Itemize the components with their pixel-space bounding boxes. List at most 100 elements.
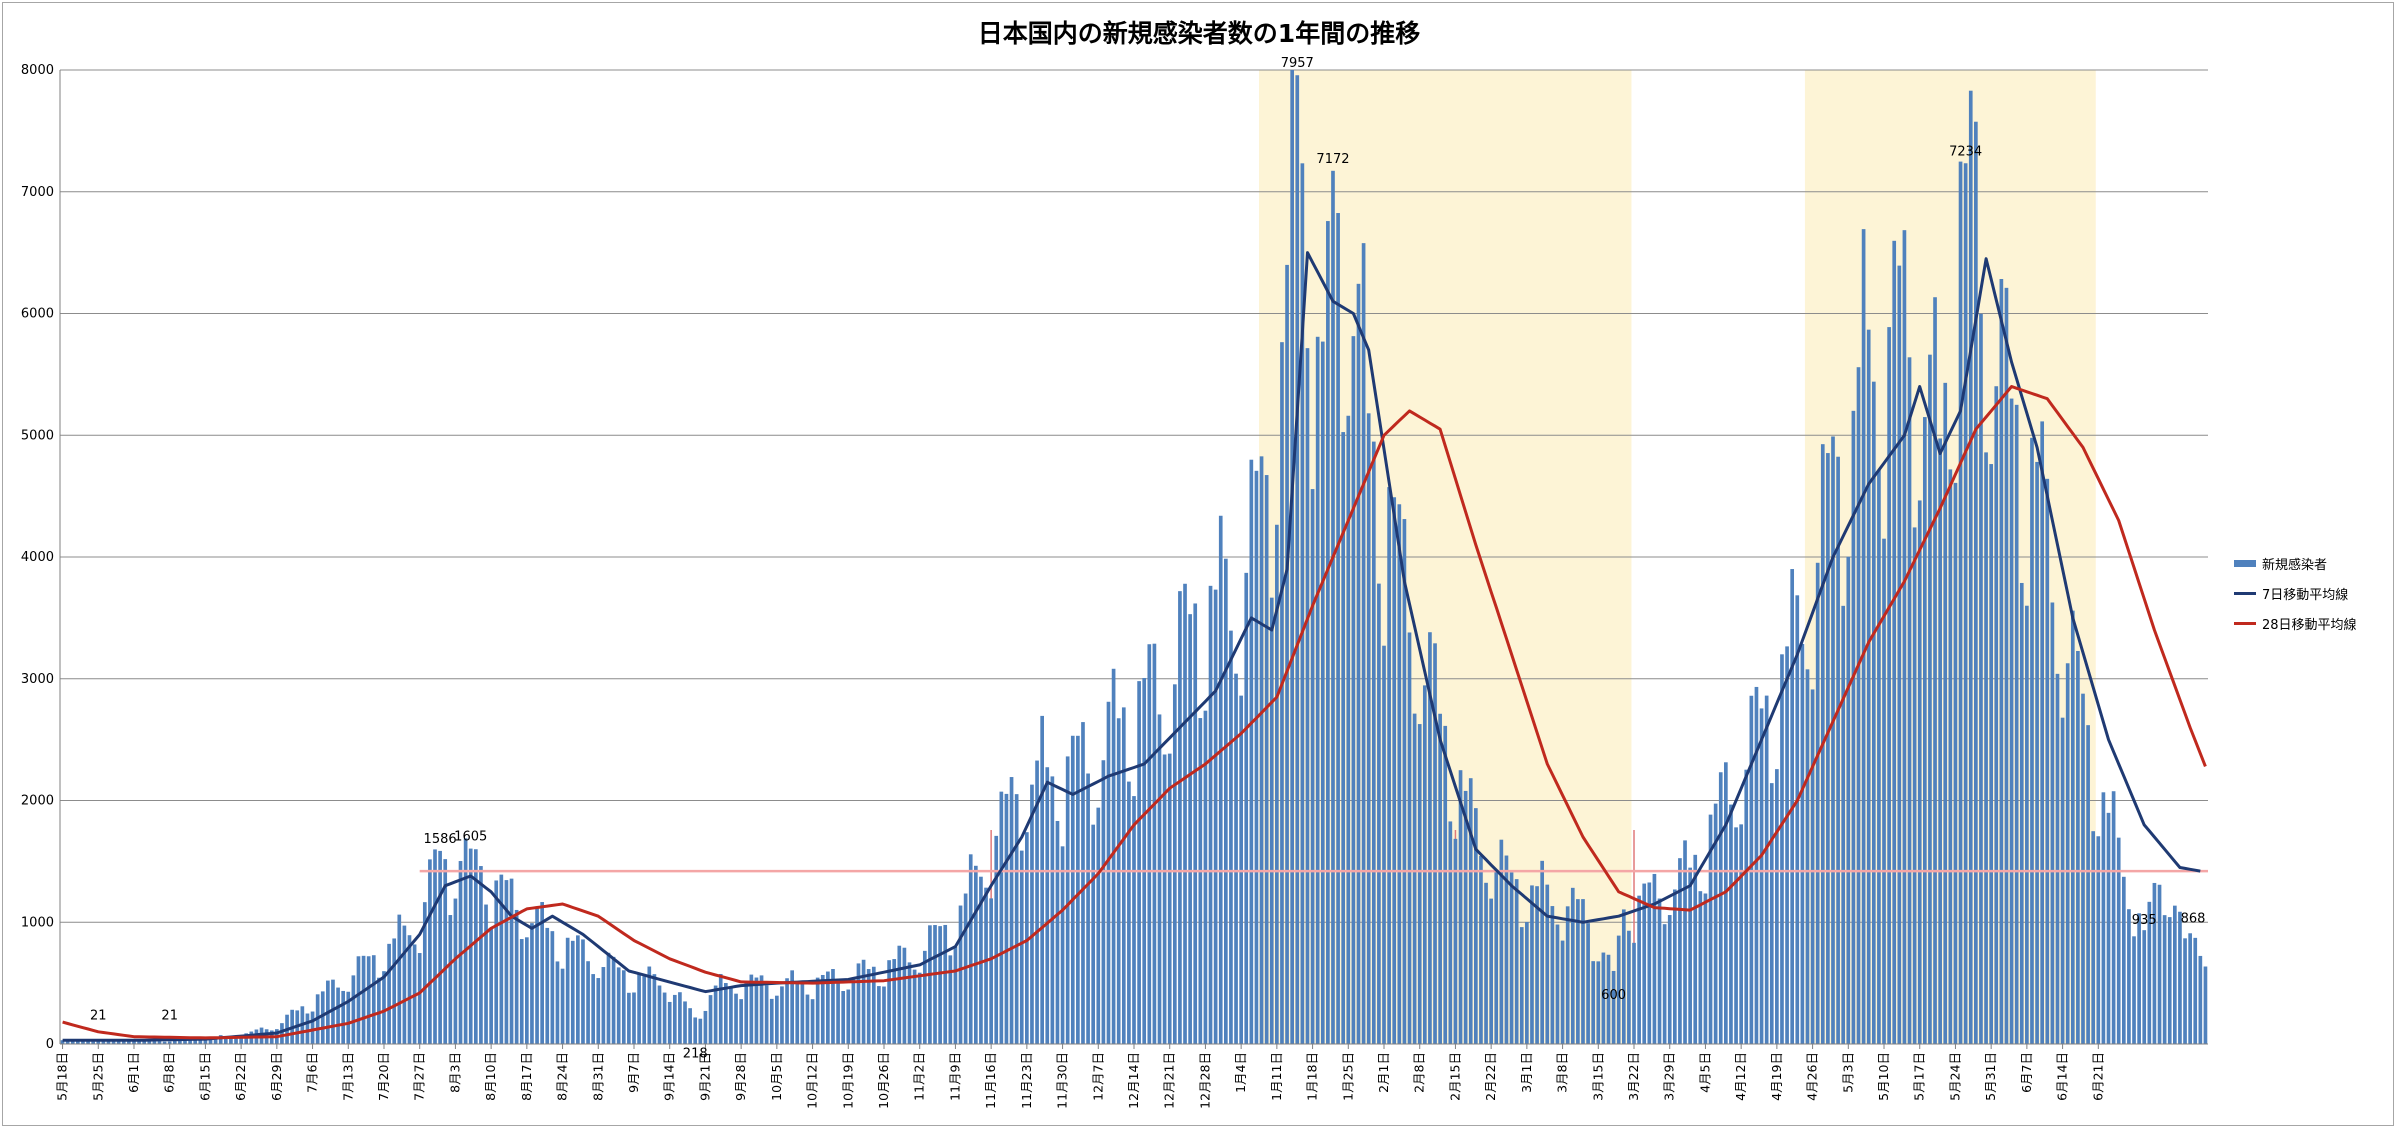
bar-306	[1621, 909, 1626, 1044]
bar-380	[1999, 279, 2004, 1044]
x-tick-label-27: 11月23日	[1019, 1052, 1034, 1109]
x-tick-label-23: 10月26日	[876, 1052, 891, 1109]
bar-370	[1948, 469, 1953, 1044]
x-tick-label-39: 2月15日	[1447, 1052, 1462, 1101]
bar-184	[999, 791, 1004, 1044]
bar-72	[428, 859, 432, 1044]
bar-214	[1152, 643, 1157, 1044]
bar-344	[1815, 562, 1820, 1044]
x-tick-label-33: 1月4日	[1233, 1052, 1248, 1093]
bar-196	[1060, 846, 1065, 1044]
x-tick-label-16: 9月7日	[626, 1052, 641, 1093]
bar-377	[1984, 452, 1988, 1045]
x-tick-label-9: 7月20日	[376, 1052, 391, 1101]
x-tick-label-55: 6月7日	[2019, 1052, 2034, 1093]
bar-414	[2172, 905, 2177, 1044]
bar-157	[861, 959, 866, 1044]
data-label-7957: 7957	[1281, 56, 1314, 71]
bar-254	[1356, 283, 1361, 1045]
bar-369	[1943, 382, 1948, 1044]
bar-294	[1560, 940, 1565, 1044]
bar-366	[1928, 354, 1932, 1044]
bar-100	[570, 940, 575, 1044]
y-tick-label-0: 0	[46, 1037, 54, 1052]
bar-204	[1101, 760, 1106, 1044]
bar-160	[877, 986, 881, 1044]
bar-106	[601, 967, 606, 1044]
x-tick-label-53: 5月24日	[1947, 1052, 1962, 1101]
bar-142	[785, 978, 789, 1044]
bar-65	[392, 938, 397, 1044]
bar-333	[1759, 708, 1764, 1044]
data-label-935: 935	[2132, 913, 2157, 928]
bar-178	[968, 854, 973, 1044]
bar-55	[341, 990, 346, 1044]
bar-123	[688, 1008, 692, 1044]
bar-76	[448, 915, 453, 1044]
x-tick-label-17: 9月14日	[662, 1052, 677, 1101]
bar-201	[1086, 773, 1090, 1044]
x-tick-label-0: 5月18日	[55, 1052, 70, 1101]
bar-337	[1780, 654, 1784, 1044]
x-tick-label-54: 5月31日	[1983, 1052, 1998, 1101]
bar-360	[1897, 265, 1902, 1044]
bar-167	[912, 969, 917, 1044]
bar-280	[1489, 898, 1493, 1044]
bar-152	[836, 981, 840, 1044]
bar-221	[1188, 614, 1192, 1044]
bar-48	[305, 1013, 310, 1044]
bar-172	[938, 926, 942, 1044]
bar-190	[1030, 784, 1034, 1044]
bar-329	[1739, 824, 1743, 1044]
bar-183	[994, 835, 999, 1044]
y-tick-label-7000: 7000	[21, 185, 54, 200]
bar-419	[2198, 955, 2203, 1044]
legend-label-bars: 新規感染者	[2262, 557, 2328, 573]
x-tick-label-8: 7月13日	[340, 1052, 355, 1101]
legend-item-7day[interactable]: 7日移動平均線	[2234, 578, 2394, 608]
bar-367	[1933, 297, 1937, 1044]
x-tick-label-32: 12月28日	[1197, 1052, 1212, 1109]
bar-327	[1729, 804, 1733, 1044]
bar-174	[948, 955, 953, 1044]
bar-86	[499, 874, 504, 1044]
bar-264	[1407, 632, 1412, 1044]
bar-104	[591, 974, 596, 1044]
x-tick-label-14: 8月24日	[555, 1052, 570, 1101]
bar-291	[1545, 884, 1550, 1044]
data-label-21: 21	[90, 1009, 107, 1024]
bar-148	[815, 977, 820, 1044]
bar-147	[810, 999, 815, 1044]
bar-126	[703, 1010, 708, 1044]
bar-85	[494, 880, 499, 1044]
bar-84	[489, 927, 493, 1044]
x-tick-label-57: 6月21日	[2090, 1052, 2105, 1101]
bar-63	[382, 971, 386, 1044]
bar-64	[387, 943, 391, 1044]
bar-83	[484, 904, 488, 1044]
bar-406	[2132, 936, 2136, 1044]
bar-90	[519, 939, 524, 1044]
bar-215	[1157, 714, 1162, 1044]
bar-341	[1800, 643, 1805, 1044]
bar-127	[708, 995, 713, 1044]
legend-item-28day[interactable]: 28日移動平均線	[2234, 608, 2394, 638]
x-tick-label-29: 12月7日	[1090, 1052, 1105, 1101]
legend-item-bars[interactable]: 新規感染者	[2234, 548, 2394, 578]
bar-121	[678, 992, 682, 1044]
bar-222	[1193, 603, 1198, 1044]
bar-332	[1754, 686, 1759, 1044]
bar-112	[632, 992, 636, 1044]
bar-133	[739, 999, 743, 1044]
bar-262	[1397, 504, 1402, 1045]
bar-161	[882, 986, 886, 1044]
bar-314	[1662, 924, 1667, 1044]
bar-60	[366, 956, 371, 1044]
bar-244	[1305, 348, 1310, 1044]
y-tick-label-2000: 2000	[21, 794, 54, 809]
x-tick-label-43: 3月15日	[1590, 1052, 1605, 1101]
bar-368	[1938, 438, 1942, 1044]
bar-258	[1377, 583, 1381, 1044]
bar-128	[713, 985, 718, 1044]
bar-229	[1229, 630, 1233, 1044]
